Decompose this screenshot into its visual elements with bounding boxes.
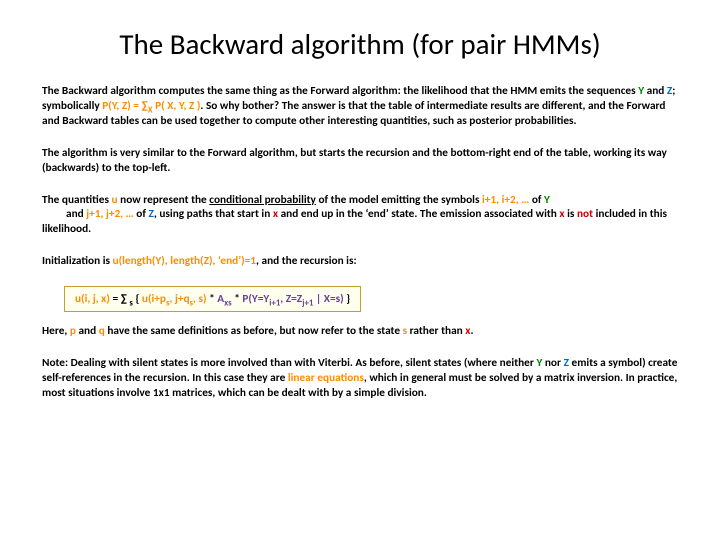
text: Initialization is xyxy=(42,254,113,268)
text: have the same definitions as before, but… xyxy=(105,324,403,338)
p-term: P(Y=Y xyxy=(242,292,269,306)
text: and xyxy=(76,324,99,338)
cond-prob: conditional probability xyxy=(209,193,316,207)
expr-pyz: P(Y, Z) = ∑ xyxy=(102,99,147,113)
slide-title: The Backward algorithm (for pair HMMs) xyxy=(42,26,678,62)
text: . xyxy=(471,324,474,338)
text: The Backward algorithm computes the same… xyxy=(42,84,638,98)
text: and end up in the ‘end’ state. The emiss… xyxy=(278,207,559,221)
word-not: not xyxy=(577,207,593,221)
para-init: Initialization is u(length(Y), length(Z)… xyxy=(42,254,678,269)
u-term: , j+q xyxy=(169,292,189,306)
text: , and the recursion is: xyxy=(256,254,357,268)
text: Here, xyxy=(42,324,70,338)
text: = ∑ xyxy=(110,292,130,306)
para-note: Note: Dealing with silent states is more… xyxy=(42,356,678,401)
p-sub: i+1 xyxy=(269,298,280,308)
para-intro: The Backward algorithm computes the same… xyxy=(42,84,678,129)
text: now represent the xyxy=(118,193,210,207)
idx-i: i+1, i+2, … xyxy=(482,193,529,207)
text: of xyxy=(134,207,149,221)
p-sub: j+1 xyxy=(302,298,313,308)
var-y: Y xyxy=(544,193,550,207)
text: nor xyxy=(542,356,563,370)
text: and xyxy=(644,84,667,98)
text: is xyxy=(565,207,577,221)
indent: and j+1, j+2, … of Z, using paths that s… xyxy=(42,207,667,236)
text: rather than xyxy=(407,324,465,338)
text: } xyxy=(344,292,350,306)
text: of the model emitting the symbols xyxy=(316,193,482,207)
slide: The Backward algorithm (for pair HMMs) T… xyxy=(0,0,720,540)
a-sub: xs xyxy=(224,298,232,308)
u-term: u(i+p xyxy=(142,292,166,306)
idx-j: j+1, j+2, … xyxy=(86,207,133,221)
text: * xyxy=(207,292,218,306)
u-term: , s) xyxy=(193,292,207,306)
text: , using paths that start in xyxy=(154,207,273,221)
init-formula: u(length(Y), length(Z), ‘end’)=1 xyxy=(113,254,256,268)
expr-pxyz: P( X, Y, Z ) xyxy=(153,99,201,113)
text: { xyxy=(133,292,142,306)
text: The quantities xyxy=(42,193,112,207)
p-term: , Z=Z xyxy=(280,292,302,306)
para-algo: The algorithm is very similar to the For… xyxy=(42,146,678,176)
linear-eq: linear equations xyxy=(288,371,364,385)
para-defs: Here, p and q have the same definitions … xyxy=(42,324,678,339)
formula-box: u(i, j, x) = ∑ s { u(i+ps, j+qs, s) * Ax… xyxy=(64,286,361,312)
text: of xyxy=(529,193,544,207)
lhs: u(i, j, x) xyxy=(75,292,110,306)
text: * xyxy=(232,292,243,306)
text: Note: Dealing with silent states is more… xyxy=(42,356,536,370)
text: and xyxy=(66,207,86,221)
para-quant: The quantities u now represent the condi… xyxy=(42,193,678,238)
p-term: | X=s) xyxy=(313,292,343,306)
